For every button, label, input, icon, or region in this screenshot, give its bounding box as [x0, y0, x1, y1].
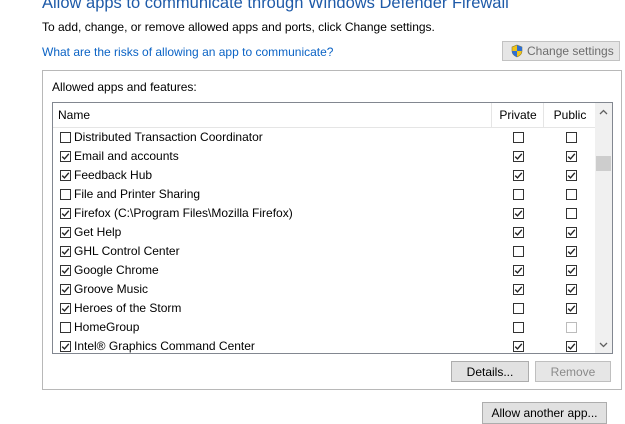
app-name: Groove Music — [74, 282, 149, 296]
public-checkbox[interactable] — [566, 132, 577, 143]
list-rows: Distributed Transaction Coordinator Email… — [53, 128, 596, 353]
public-checkbox[interactable] — [566, 265, 577, 276]
app-enabled-checkbox[interactable] — [60, 322, 71, 333]
public-checkbox[interactable] — [566, 170, 577, 181]
private-checkbox[interactable] — [513, 227, 524, 238]
app-name: Email and accounts — [74, 149, 179, 163]
chevron-down-icon[interactable] — [595, 336, 612, 353]
public-checkbox[interactable] — [566, 284, 577, 295]
public-checkbox[interactable] — [566, 208, 577, 219]
allowed-apps-label: Allowed apps and features: — [52, 80, 197, 94]
app-enabled-checkbox[interactable] — [60, 303, 71, 314]
private-checkbox[interactable] — [513, 303, 524, 314]
uac-shield-icon — [510, 44, 524, 58]
app-name: File and Printer Sharing — [74, 187, 201, 201]
allowed-apps-list[interactable]: Name Private Public Distributed Transact… — [52, 102, 613, 354]
public-checkbox[interactable] — [566, 246, 577, 257]
public-checkbox[interactable] — [566, 227, 577, 238]
public-checkbox[interactable] — [566, 151, 577, 162]
private-checkbox[interactable] — [513, 132, 524, 143]
app-name: Distributed Transaction Coordinator — [74, 130, 263, 144]
app-enabled-checkbox[interactable] — [60, 151, 71, 162]
table-row[interactable]: Get Help — [53, 223, 596, 242]
table-row[interactable]: Groove Music — [53, 280, 596, 299]
private-checkbox[interactable] — [513, 151, 524, 162]
table-row[interactable]: Email and accounts — [53, 147, 596, 166]
column-header-public[interactable]: Public — [543, 103, 596, 127]
table-row[interactable]: Feedback Hub — [53, 166, 596, 185]
details-button[interactable]: Details... — [451, 361, 529, 382]
allow-another-app-button[interactable]: Allow another app... — [482, 402, 607, 424]
app-enabled-checkbox[interactable] — [60, 189, 71, 200]
vertical-scrollbar[interactable] — [595, 103, 612, 353]
table-row[interactable]: Google Chrome — [53, 261, 596, 280]
column-header-private[interactable]: Private — [491, 103, 544, 127]
scrollbar-thumb[interactable] — [596, 156, 611, 172]
app-name: Firefox (C:\Program Files\Mozilla Firefo… — [74, 206, 293, 220]
public-checkbox[interactable] — [566, 189, 577, 200]
app-enabled-checkbox[interactable] — [60, 227, 71, 238]
app-name: Feedback Hub — [74, 168, 153, 182]
app-enabled-checkbox[interactable] — [60, 132, 71, 143]
app-enabled-checkbox[interactable] — [60, 265, 71, 276]
private-checkbox[interactable] — [513, 189, 524, 200]
page-title: Allow apps to communicate through Window… — [42, 0, 509, 12]
remove-button[interactable]: Remove — [535, 361, 611, 382]
page-subtitle: To add, change, or remove allowed apps a… — [42, 20, 435, 34]
private-checkbox[interactable] — [513, 170, 524, 181]
public-checkbox[interactable] — [566, 341, 577, 352]
app-name: HomeGroup — [74, 320, 140, 334]
risks-link[interactable]: What are the risks of allowing an app to… — [42, 45, 333, 59]
change-settings-label: Change settings — [527, 44, 614, 58]
app-enabled-checkbox[interactable] — [60, 208, 71, 219]
table-row[interactable]: Heroes of the Storm — [53, 299, 596, 318]
private-checkbox[interactable] — [513, 208, 524, 219]
table-row[interactable]: Firefox (C:\Program Files\Mozilla Firefo… — [53, 204, 596, 223]
change-settings-button[interactable]: Change settings — [502, 41, 620, 61]
private-checkbox[interactable] — [513, 341, 524, 352]
table-row[interactable]: GHL Control Center — [53, 242, 596, 261]
app-name: Heroes of the Storm — [74, 301, 182, 315]
app-enabled-checkbox[interactable] — [60, 246, 71, 257]
private-checkbox[interactable] — [513, 246, 524, 257]
app-name: Google Chrome — [74, 263, 159, 277]
app-enabled-checkbox[interactable] — [60, 284, 71, 295]
public-checkbox[interactable] — [566, 303, 577, 314]
table-row[interactable]: Intel® Graphics Command Center — [53, 337, 596, 353]
public-checkbox[interactable] — [566, 322, 577, 333]
table-row[interactable]: Distributed Transaction Coordinator — [53, 128, 596, 147]
app-enabled-checkbox[interactable] — [60, 170, 71, 181]
private-checkbox[interactable] — [513, 322, 524, 333]
private-checkbox[interactable] — [513, 284, 524, 295]
list-header: Name Private Public — [53, 103, 596, 128]
chevron-up-icon[interactable] — [595, 103, 612, 120]
private-checkbox[interactable] — [513, 265, 524, 276]
column-header-name[interactable]: Name — [58, 103, 90, 127]
app-name: GHL Control Center — [74, 244, 180, 258]
app-enabled-checkbox[interactable] — [60, 341, 71, 352]
table-row[interactable]: File and Printer Sharing — [53, 185, 596, 204]
table-row[interactable]: HomeGroup — [53, 318, 596, 337]
app-name: Get Help — [74, 225, 122, 239]
app-name: Intel® Graphics Command Center — [74, 339, 255, 353]
